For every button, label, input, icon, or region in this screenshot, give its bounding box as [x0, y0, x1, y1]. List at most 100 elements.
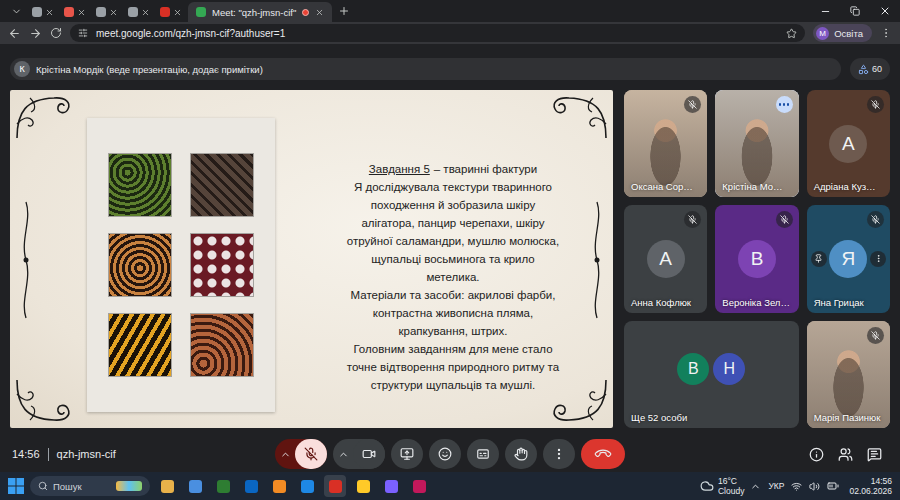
- taskbar: Пошук 16°CCloudy УКР 14:5602.06.2026: [0, 472, 900, 500]
- others-tile[interactable]: ВНЩе 52 особи: [624, 321, 799, 428]
- taskbar-search[interactable]: Пошук: [30, 476, 150, 496]
- more-icon: [552, 447, 566, 461]
- slide-line: Матеріали та засоби: акрилові фарби,: [317, 286, 589, 304]
- taskbar-app-icon[interactable]: [352, 475, 374, 497]
- chevron-up-icon[interactable]: [280, 449, 291, 460]
- browser-tab[interactable]: [60, 2, 90, 22]
- profile-button[interactable]: MОсвіта: [813, 24, 872, 42]
- mic-button[interactable]: [295, 439, 327, 469]
- taskbar-app-icon[interactable]: [212, 475, 234, 497]
- windows-logo-icon[interactable]: [8, 478, 24, 494]
- language-indicator[interactable]: УКР: [768, 481, 784, 491]
- participant-name: Марія Пазинюк: [814, 412, 881, 423]
- close-icon[interactable]: [77, 8, 86, 17]
- slide-line: походження й зобразила шкіру: [317, 196, 589, 214]
- pin-icon: [814, 254, 823, 263]
- slide-line: отруйної саламандри, мушлю молюска,: [317, 232, 589, 250]
- url-field[interactable]: meet.google.com/qzh-jmsn-cif?authuser=1: [70, 24, 805, 42]
- participant-tile[interactable]: Крістіна Мо…: [715, 90, 798, 197]
- mic-off-icon: [780, 215, 789, 224]
- close-icon[interactable]: [45, 8, 54, 17]
- restore-icon: [850, 6, 860, 16]
- mic-control[interactable]: [275, 439, 327, 469]
- browser-tab[interactable]: [156, 2, 186, 22]
- plus-icon: [338, 5, 350, 17]
- speaking-badge: [776, 96, 793, 113]
- wifi-icon[interactable]: [791, 481, 802, 492]
- taskbar-app-icon[interactable]: [268, 475, 290, 497]
- browser-tab[interactable]: Meet: "qzh-jmsn-cif": [188, 2, 332, 22]
- browser-tab[interactable]: [92, 2, 122, 22]
- participant-tile[interactable]: Марія Пазинюк: [807, 321, 890, 428]
- participant-count[interactable]: 60: [850, 58, 890, 80]
- menu-icon[interactable]: [880, 27, 892, 39]
- leave-button[interactable]: [581, 439, 625, 469]
- taskbar-app-icon[interactable]: [184, 475, 206, 497]
- tile-more-button[interactable]: [870, 251, 886, 267]
- close-icon[interactable]: [109, 8, 118, 17]
- volume-icon[interactable]: [809, 481, 820, 492]
- taskbar-app-icon[interactable]: [240, 475, 262, 497]
- hand-button[interactable]: [505, 439, 537, 469]
- pin-button[interactable]: [811, 251, 827, 267]
- camera-button[interactable]: [353, 439, 385, 469]
- close-icon[interactable]: [173, 8, 182, 17]
- participants-icon: [858, 64, 869, 75]
- taskbar-app-icon[interactable]: [408, 475, 430, 497]
- browser-tab[interactable]: [124, 2, 154, 22]
- participant-name: Вероніка Зел…: [722, 297, 790, 308]
- people-icon[interactable]: [838, 447, 853, 462]
- close-icon[interactable]: [141, 8, 150, 17]
- texture-painting: [109, 314, 171, 376]
- forward-icon[interactable]: [29, 27, 42, 40]
- back-icon[interactable]: [8, 27, 21, 40]
- site-info-icon[interactable]: [78, 28, 88, 38]
- slide-line: точне відтворення природного ритму та: [317, 358, 589, 376]
- reload-icon[interactable]: [50, 27, 62, 39]
- participant-tile[interactable]: Оксана Сор…: [624, 90, 707, 197]
- muted-badge: [867, 96, 884, 113]
- taskbar-app-icon[interactable]: [156, 475, 178, 497]
- avatar: Я: [829, 240, 867, 278]
- taskbar-app-icon[interactable]: [380, 475, 402, 497]
- clock[interactable]: 14:5602.06.2026: [849, 476, 892, 496]
- battery-icon[interactable]: [827, 480, 839, 492]
- slide-line: крапкування, штрих.: [317, 322, 589, 340]
- presenter-pill[interactable]: ККрістіна Мордік (веде презентацію, дода…: [10, 58, 841, 80]
- close-window-icon: [879, 5, 891, 17]
- captions-button[interactable]: [467, 439, 499, 469]
- tray-chevron-icon[interactable]: [750, 481, 761, 492]
- chevron-up-icon[interactable]: [338, 449, 349, 460]
- participant-tile[interactable]: ВВероніка Зел…: [715, 205, 798, 312]
- new-tab-button[interactable]: [334, 0, 354, 22]
- star-icon[interactable]: [786, 28, 797, 39]
- ornament-icon: [14, 94, 72, 140]
- muted-badge: [776, 211, 793, 228]
- tab-search-button[interactable]: [6, 0, 26, 22]
- emoji-button[interactable]: [429, 439, 461, 469]
- close-window-button[interactable]: [870, 0, 900, 22]
- artwork-photo: [87, 118, 275, 412]
- restore-button[interactable]: [840, 0, 870, 22]
- avatar: А: [647, 240, 685, 278]
- camera-control[interactable]: [333, 439, 385, 469]
- participant-tile[interactable]: ААдріана Куз…: [807, 90, 890, 197]
- more-icon: [874, 254, 883, 263]
- info-icon[interactable]: [809, 447, 824, 462]
- captions-icon: [476, 447, 490, 461]
- mic-off-icon: [871, 331, 880, 340]
- cloud-icon: [700, 479, 714, 493]
- chat-icon[interactable]: [867, 447, 882, 462]
- slide-text: Завдання 5– тваринні фактуриЯ досліджува…: [317, 160, 589, 394]
- participant-tile[interactable]: ЯЯна Грицак: [807, 205, 890, 312]
- present-button[interactable]: [391, 439, 423, 469]
- weather[interactable]: 16°CCloudy: [700, 476, 744, 496]
- screen: Meet: "qzh-jmsn-cif" meet.google.com/qzh-…: [0, 0, 900, 500]
- taskbar-app-icon[interactable]: [296, 475, 318, 497]
- minimize-button[interactable]: [810, 0, 840, 22]
- more-button[interactable]: [543, 439, 575, 469]
- close-icon[interactable]: [315, 8, 324, 17]
- browser-tab[interactable]: [28, 2, 58, 22]
- taskbar-app-icon[interactable]: [324, 475, 346, 497]
- participant-tile[interactable]: ААнна Кофлюк: [624, 205, 707, 312]
